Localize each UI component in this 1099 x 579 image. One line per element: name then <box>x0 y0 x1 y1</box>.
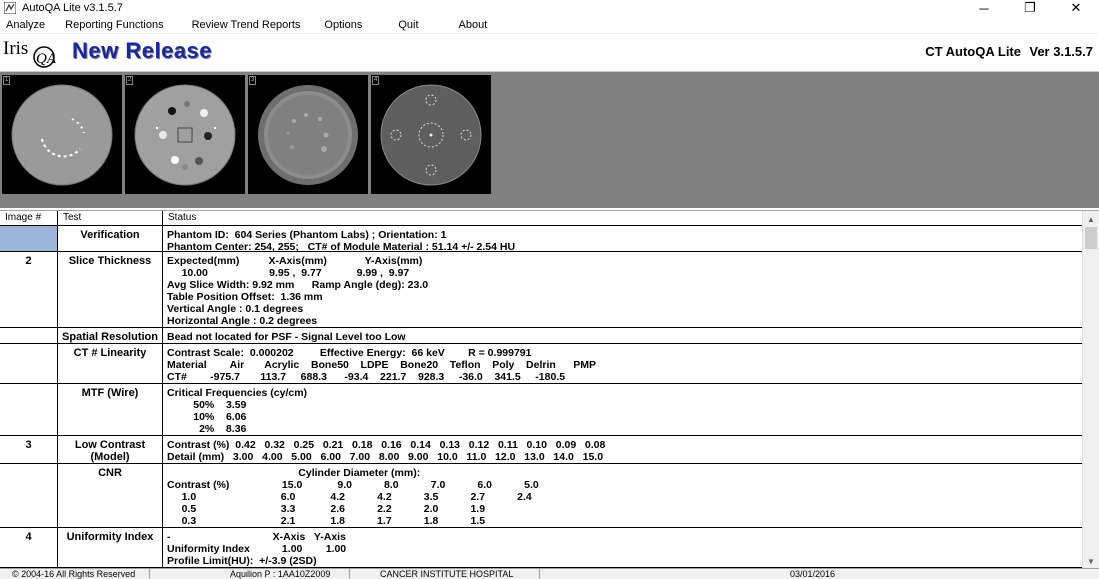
thumbnail-index: 4 <box>372 76 380 85</box>
status-line: Expected(mm) X-Axis(mm) Y-Axis(mm) <box>167 255 423 267</box>
cell-status: - X-Axis Y-Axis Uniformity Index 1.00 1.0… <box>167 531 346 567</box>
svg-text:Iris: Iris <box>3 38 28 59</box>
status-line: Detail (mm) 3.00 4.00 5.00 6.00 7.00 8.0… <box>167 451 604 463</box>
scroll-thumb[interactable] <box>1085 227 1097 249</box>
status-line: 10.00 9.95 , 9.77 9.99 , 9.97 <box>167 267 410 279</box>
table-row[interactable]: Verification Phantom ID: 604 Series (Phan… <box>0 226 1082 253</box>
column-header-image[interactable]: Image # <box>0 211 58 226</box>
image-strip: 1 2 3 4 <box>0 72 1099 208</box>
status-bar: © 2004-16 All Rights Reserved Aquilion P… <box>0 568 1099 579</box>
status-line: 0.3 2.1 1.8 1.7 1.8 1.5 <box>167 515 486 527</box>
status-line: Cylinder Diameter (mm): <box>167 467 421 479</box>
thumbnail-image-1[interactable]: 1 <box>2 75 122 194</box>
status-line: 10% 6.06 <box>167 411 247 423</box>
cell-test-name: Spatial Resolution <box>58 328 163 343</box>
cell-test-name: Low Contrast (Model) <box>58 436 163 463</box>
cell-status: Contrast Scale: 0.000202 Effective Energ… <box>167 347 596 383</box>
window-title: AutoQA Lite v3.1.5.7 <box>22 2 123 14</box>
cell-image-number <box>0 226 58 251</box>
cell-test-name: MTF (Wire) <box>58 384 163 435</box>
cell-status: Critical Frequencies (cy/cm) 50% 3.59 10… <box>167 387 307 435</box>
status-line: Avg Slice Width: 9.92 mm Ramp Angle (deg… <box>167 279 429 291</box>
restore-button[interactable]: ❐ <box>1007 0 1053 16</box>
status-line: Uniformity Index 1.00 1.00 <box>167 543 347 555</box>
app-header: Iris QA New Release CT AutoQA Lite Ver 3… <box>0 34 1099 72</box>
cell-image-number: 2 <box>0 252 58 327</box>
thumbnail-image-2[interactable]: 2 <box>125 75 245 194</box>
vertical-scrollbar[interactable]: ▲ ▼ <box>1082 211 1099 568</box>
product-version: Ver 3.1.5.7 <box>1029 44 1093 59</box>
cell-test-name: Uniformity Index <box>58 528 163 567</box>
status-line: Bead not located for PSF - Signal Level … <box>167 331 406 343</box>
status-line: Table Position Offset: 1.36 mm <box>167 291 323 303</box>
cell-image-number <box>0 464 58 527</box>
table-row[interactable]: CNR Cylinder Diameter (mm): Contrast (%) … <box>0 464 1082 528</box>
menu-bar: Analyze Reporting Functions Review Trend… <box>0 16 1099 34</box>
menu-review-trend-reports[interactable]: Review Trend Reports <box>186 19 307 31</box>
status-line: Contrast Scale: 0.000202 Effective Energ… <box>167 347 532 359</box>
cell-test-name: Verification <box>58 226 163 251</box>
app-icon <box>4 2 16 14</box>
product-name: CT AutoQA Lite <box>925 44 1021 59</box>
status-line: 1.0 6.0 4.2 4.2 3.5 2.7 2.4 <box>167 491 532 503</box>
menu-analyze[interactable]: Analyze <box>0 19 51 31</box>
table-row[interactable]: MTF (Wire) Critical Frequencies (cy/cm) 5… <box>0 384 1082 436</box>
cell-test-name: Slice Thickness <box>58 252 163 327</box>
cell-status: Phantom ID: 604 Series (Phantom Labs) ; … <box>167 229 515 253</box>
cell-image-number: 3 <box>0 436 58 463</box>
status-scanner: Aquilion P : 1AA10Z2009 <box>150 569 350 579</box>
status-line: Material Air Acrylic Bone50 LDPE Bone20 … <box>167 359 597 371</box>
cell-image-number: 4 <box>0 528 58 567</box>
status-line: 0.5 3.3 2.6 2.2 2.0 1.9 <box>167 503 486 515</box>
thumbnail-index: 1 <box>3 76 11 85</box>
status-line: - X-Axis Y-Axis <box>167 531 346 543</box>
table-row[interactable]: CT # Linearity Contrast Scale: 0.000202 E… <box>0 344 1082 384</box>
status-line: 2% 8.36 <box>167 423 247 435</box>
status-date: 03/01/2016 <box>790 569 836 579</box>
cell-status: Bead not located for PSF - Signal Level … <box>167 331 406 343</box>
iris-qa-logo: Iris QA <box>3 38 57 68</box>
status-line: 50% 3.59 <box>167 399 247 411</box>
table-row[interactable]: Spatial Resolution Bead not located for P… <box>0 328 1082 344</box>
title-bar: AutoQA Lite v3.1.5.7 ─ ❐ ✕ <box>0 0 1099 16</box>
scroll-up-icon[interactable]: ▲ <box>1083 211 1099 227</box>
close-button[interactable]: ✕ <box>1053 0 1099 16</box>
cell-image-number <box>0 344 58 383</box>
menu-options[interactable]: Options <box>318 19 368 31</box>
results-table: Image # Test Status Verification Phantom … <box>0 210 1099 568</box>
thumbnail-image-3[interactable]: 3 <box>248 75 368 194</box>
cell-status: Contrast (%) 0.42 0.32 0.25 0.21 0.18 0.… <box>167 439 605 463</box>
status-line: Critical Frequencies (cy/cm) <box>167 387 308 399</box>
svg-text:QA: QA <box>36 51 57 67</box>
menu-reporting-functions[interactable]: Reporting Functions <box>59 19 169 31</box>
column-header-status[interactable]: Status <box>163 211 1082 226</box>
thumbnail-index: 3 <box>249 76 257 85</box>
status-line: Contrast (%) 15.0 9.0 8.0 7.0 6.0 5.0 <box>167 479 539 491</box>
cell-test-name: CNR <box>58 464 163 527</box>
status-line: Horizontal Angle : 0.2 degrees <box>167 315 318 327</box>
release-title: New Release <box>72 38 213 63</box>
cell-test-name: CT # Linearity <box>58 344 163 383</box>
status-line: Phantom ID: 604 Series (Phantom Labs) ; … <box>167 229 447 241</box>
thumbnail-index: 2 <box>126 76 134 85</box>
status-institution: CANCER INSTITUTE HOSPITAL <box>350 569 540 579</box>
status-line: CT# -975.7 113.7 688.3 -93.4 221.7 928.3… <box>167 371 566 383</box>
table-row[interactable]: 3 Low Contrast (Model) Contrast (%) 0.42 0… <box>0 436 1082 464</box>
table-row[interactable]: 4 Uniformity Index - X-Axis Y-Axis Uniformi… <box>0 528 1082 568</box>
column-header-test[interactable]: Test <box>58 211 163 226</box>
menu-about[interactable]: About <box>453 19 494 31</box>
status-line: Vertical Angle : 0.1 degrees <box>167 303 304 315</box>
cell-image-number <box>0 384 58 435</box>
cell-status: Expected(mm) X-Axis(mm) Y-Axis(mm) 10.00… <box>167 255 428 327</box>
scroll-down-icon[interactable]: ▼ <box>1083 553 1099 568</box>
table-row[interactable]: 2 Slice Thickness Expected(mm) X-Axis(mm) … <box>0 252 1082 328</box>
status-line: Profile Limit(HU): +/-3.9 (2SD) <box>167 555 317 567</box>
thumbnail-image-4[interactable]: 4 <box>371 75 491 194</box>
minimize-button[interactable]: ─ <box>961 0 1007 16</box>
status-line: Contrast (%) 0.42 0.32 0.25 0.21 0.18 0.… <box>167 439 606 451</box>
cell-status: Cylinder Diameter (mm): Contrast (%) 15.0… <box>167 467 539 527</box>
status-copyright: © 2004-16 All Rights Reserved <box>0 569 150 579</box>
cell-image-number <box>0 328 58 343</box>
menu-quit[interactable]: Quit <box>392 19 424 31</box>
